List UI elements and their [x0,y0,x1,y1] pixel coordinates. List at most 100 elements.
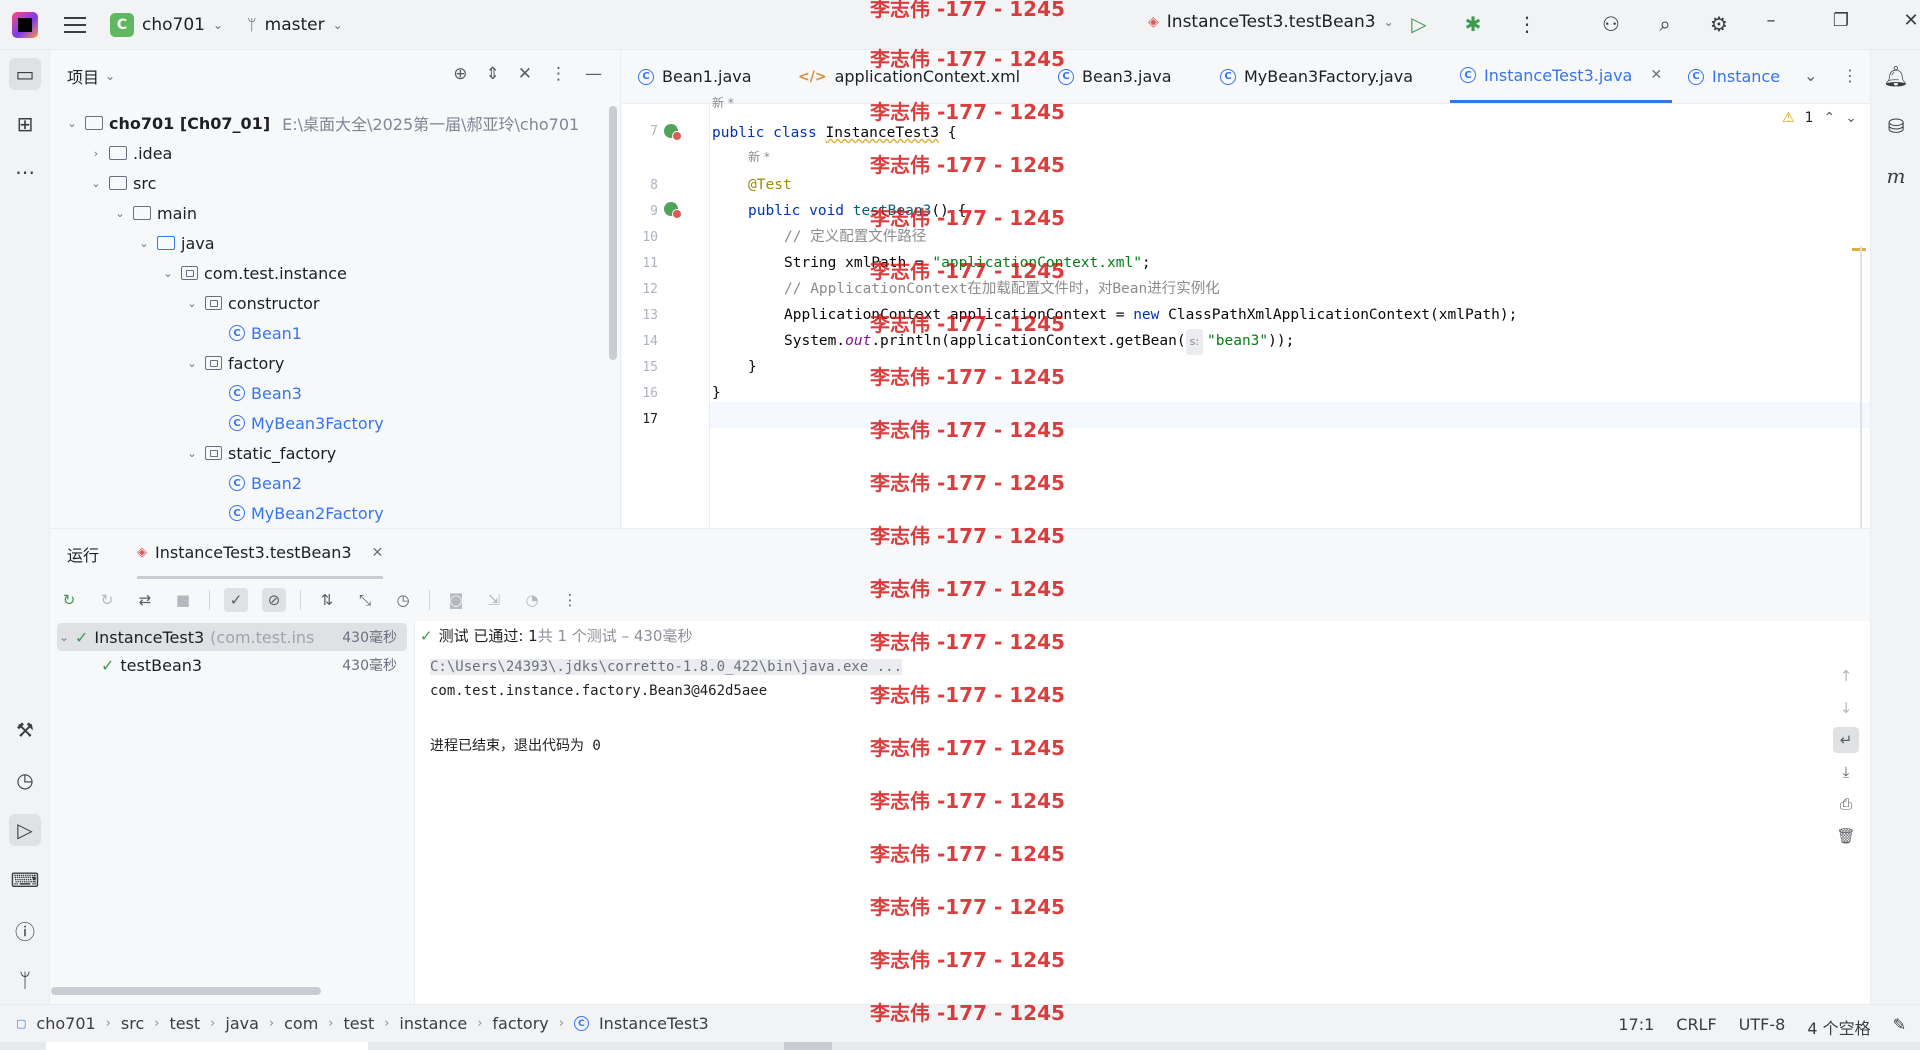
tree-item-mybean2factory[interactable]: C MyBean2Factory [229,498,384,528]
tree-item-factory[interactable]: ⌄ factory [185,348,284,378]
problems-icon[interactable]: ⓘ [9,914,41,946]
sort-alpha-icon[interactable]: ⇅ [315,588,339,612]
tree-item-mybean3factory[interactable]: C MyBean3Factory [229,408,384,438]
breadcrumb-item[interactable]: java [225,1014,259,1033]
tree-item-idea[interactable]: › .idea [89,138,173,168]
add-user-icon[interactable]: ⚇ [1597,10,1625,38]
breadcrumb-item[interactable]: src [121,1014,144,1033]
debug-icon[interactable]: ✱ [1459,10,1487,38]
tab-mybean3factory-java[interactable]: C MyBean3Factory.java [1220,50,1413,103]
run-tool-icon[interactable]: ▷ [9,814,41,846]
camera-icon[interactable]: ◙ [444,588,468,612]
caret-position[interactable]: 17:1 [1618,1015,1654,1039]
code-line-13[interactable]: ApplicationContext applicationContext = … [784,302,1517,328]
code-line-10[interactable]: // 定义配置文件路径 [784,224,926,250]
sort-duration-icon[interactable]: ⤡ [353,588,377,612]
breadcrumb-item[interactable]: test [169,1014,200,1033]
test-tree-scrollbar[interactable] [51,987,321,995]
breadcrumb-item[interactable]: InstanceTest3 [599,1014,709,1033]
code-line-12[interactable]: // ApplicationContext在加载配置文件时，对Bean进行实例化 [784,276,1220,302]
code-line-7[interactable]: public class InstanceTest3 { [712,120,956,146]
next-problem-icon[interactable]: ⌄ [1845,110,1857,126]
search-icon[interactable]: ⌕ [1651,10,1679,38]
scroll-to-end-icon[interactable]: ⤓ [1833,759,1859,785]
code-line-8[interactable]: @Test [748,172,792,198]
run-config-selector[interactable]: ◈ InstanceTest3.testBean3 ⌄ [1148,12,1394,32]
coverage-icon[interactable]: ◔ [520,588,544,612]
notifications-bell-icon[interactable]: 🔔︎ [1880,60,1912,92]
code-line-15[interactable]: } [748,354,757,380]
tree-item-static-factory[interactable]: ⌄ static_factory [185,438,336,468]
build-hammer-icon[interactable]: ⚒ [9,714,41,746]
tree-item-project-root[interactable]: ⌄ cho701 [Ch07_01] E:\桌面大全\2025第一届\郝亚玲\c… [65,108,579,138]
breadcrumb-item[interactable]: instance [399,1014,467,1033]
stop-icon[interactable]: ■ [171,588,195,612]
clear-all-icon[interactable]: 🗑︎ [1833,823,1859,849]
soft-wrap-icon[interactable]: ↵ [1833,727,1859,753]
settings-gear-icon[interactable]: ⚙ [1705,10,1733,38]
editor-scrollbar[interactable] [1860,246,1862,528]
tree-item-package-instance[interactable]: ⌄ com.test.instance [161,258,346,288]
more-vertical-icon[interactable]: ⋮ [558,588,582,612]
git-icon[interactable]: ᛘ [9,964,41,996]
close-tab-icon[interactable]: ✕ [1650,67,1662,83]
file-encoding[interactable]: UTF-8 [1739,1015,1786,1039]
code-line-9[interactable]: public void testBean3() { [748,198,966,224]
test-history-icon[interactable]: ◷ [391,588,415,612]
structure-icon[interactable]: ⊞ [9,108,41,140]
tree-item-bean3[interactable]: C Bean3 [229,378,302,408]
indent-setting[interactable]: 4 个空格 [1807,1015,1870,1039]
tree-item-bean1[interactable]: C Bean1 [229,318,302,348]
database-icon[interactable]: ⛁ [1880,110,1912,142]
tree-item-bean2[interactable]: C Bean2 [229,468,302,498]
tab-bean3-java[interactable]: C Bean3.java [1058,50,1172,103]
show-ignored-icon[interactable]: ⊘ [262,588,286,612]
locate-icon[interactable]: ⊕ [453,64,467,84]
project-panel-scrollbar[interactable] [609,106,617,360]
test-method-row[interactable]: ✓ testBean3 430毫秒 [57,651,407,679]
breadcrumb-item[interactable]: com [284,1014,318,1033]
tabs-dropdown-icon[interactable]: ⌄ [1804,66,1817,85]
project-selector[interactable]: C cho701 ⌄ [110,12,223,37]
tab-bean1-java[interactable]: C Bean1.java [638,50,752,103]
read-only-lock-icon[interactable]: ✎ [1893,1015,1906,1039]
branch-selector[interactable]: ᛘ master ⌄ [247,15,343,35]
tab-instance-truncated[interactable]: C Instance [1688,50,1780,103]
scroll-down-icon[interactable]: ↓ [1833,695,1859,721]
tab-application-context-xml[interactable]: </> applicationContext.xml [798,50,1020,103]
main-menu-icon[interactable] [64,16,86,33]
restore-icon[interactable]: ❐ [1828,10,1854,31]
breadcrumb-item[interactable]: test [343,1014,374,1033]
show-passed-icon[interactable]: ✓ [224,588,248,612]
minimize-icon[interactable]: – [1758,10,1784,31]
inspection-widget[interactable]: ⚠ 1 ⌃ ⌄ [1782,110,1857,126]
code-line-11[interactable]: String xmlPath = "applicationContext.xml… [784,250,1151,276]
close-tab-icon[interactable]: ✕ [372,545,384,561]
test-suite-row[interactable]: ⌄ ✓ InstanceTest3 (com.test.ins 430毫秒 [57,623,407,651]
previous-problem-icon[interactable]: ⌃ [1823,110,1835,126]
breadcrumb-item[interactable]: factory [492,1014,548,1033]
more-vertical-icon[interactable]: ⋮ [1513,10,1541,38]
services-icon[interactable]: ◷ [9,764,41,796]
expand-all-icon[interactable]: ⇕ [486,64,500,84]
console-command-line[interactable]: C:\Users\24393\.jdks\corretto-1.8.0_422\… [430,659,903,675]
run-test-class-icon[interactable] [664,124,682,141]
close-icon[interactable]: ✕ [1898,10,1920,31]
more-vertical-icon[interactable]: ⋮ [1842,66,1858,85]
more-horizontal-icon[interactable]: ⋯ [9,156,41,188]
maven-icon[interactable]: m [1880,160,1912,192]
rerun-failed-icon[interactable]: ↻ [95,588,119,612]
tree-item-java[interactable]: ⌄ java [137,228,214,258]
tree-item-constructor[interactable]: ⌄ constructor [185,288,319,318]
tree-item-main[interactable]: ⌄ main [113,198,197,228]
more-vertical-icon[interactable]: ⋮ [550,64,567,84]
scroll-up-icon[interactable]: ↑ [1833,663,1859,689]
run-test-method-icon[interactable] [664,202,682,219]
tab-instancetest3-java[interactable]: C InstanceTest3.java ✕ [1450,50,1673,103]
terminal-icon[interactable]: ⌨ [9,864,41,896]
breadcrumb-item[interactable]: cho701 [36,1014,95,1033]
run-icon[interactable]: ▷ [1405,10,1433,38]
code-line-16[interactable]: } [712,380,721,406]
project-folder-icon[interactable]: ▭ [9,58,41,90]
hide-icon[interactable]: — [585,64,602,84]
